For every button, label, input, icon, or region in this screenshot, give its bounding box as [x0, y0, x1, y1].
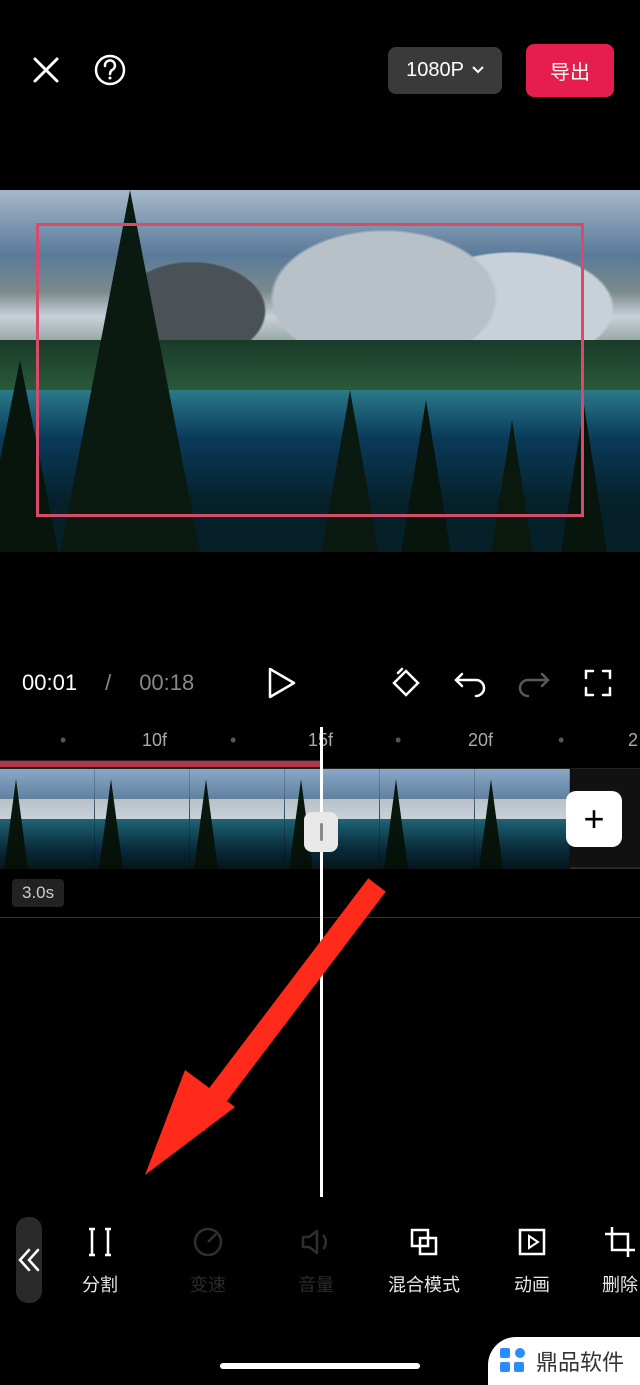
playhead-handle[interactable] [304, 812, 338, 852]
play-button[interactable] [262, 663, 302, 703]
clip-duration-chip: 3.0s [12, 879, 64, 907]
split-icon [81, 1223, 119, 1261]
clip-thumb[interactable] [475, 769, 570, 869]
animation-icon [513, 1223, 551, 1261]
audio-track[interactable] [0, 760, 320, 768]
resolution-selector[interactable]: 1080P [388, 47, 502, 94]
blend-icon [405, 1223, 443, 1261]
watermark-logo-icon [498, 1346, 528, 1376]
tool-blend[interactable]: 混合模式 [374, 1223, 474, 1297]
tool-delete[interactable]: 删除 [590, 1223, 640, 1297]
tool-label: 混合模式 [388, 1271, 460, 1297]
help-button[interactable] [90, 50, 130, 90]
clip-thumb[interactable] [95, 769, 190, 869]
add-clip-button[interactable]: + [566, 791, 622, 847]
chevron-double-left-icon [16, 1247, 42, 1273]
play-icon [268, 667, 296, 699]
volume-icon [297, 1223, 335, 1261]
chevron-down-icon [472, 66, 484, 74]
fullscreen-icon [584, 669, 612, 697]
top-bar: 1080P 导出 [0, 0, 640, 140]
current-time: 00:01 [22, 670, 77, 696]
tool-label: 分割 [82, 1271, 118, 1297]
toolbar-back-button[interactable] [16, 1217, 42, 1303]
redo-icon [518, 668, 550, 698]
tool-speed: 变速 [158, 1223, 258, 1297]
tool-volume: 音量 [266, 1223, 366, 1297]
undo-button[interactable] [450, 663, 490, 703]
timeline-tracks[interactable]: + 3.0s [0, 760, 640, 918]
close-icon [31, 55, 61, 85]
clip-thumb[interactable] [190, 769, 285, 869]
annotation-arrow [145, 875, 405, 1175]
crop-icon [601, 1223, 639, 1261]
watermark-text: 鼎品软件 [536, 1345, 624, 1377]
add-label: + [583, 798, 604, 840]
ruler-mark: 10f [142, 730, 167, 751]
timeline[interactable]: • 10f • 15f • 20f • 2 + 3.0s [0, 730, 640, 918]
fullscreen-button[interactable] [578, 663, 618, 703]
tool-label: 删除 [602, 1271, 638, 1297]
speed-icon [189, 1223, 227, 1261]
ruler-mark: 20f [468, 730, 493, 751]
resolution-label: 1080P [406, 59, 464, 82]
tool-split[interactable]: 分割 [50, 1223, 150, 1297]
help-icon [93, 53, 127, 87]
export-label: 导出 [550, 62, 590, 84]
tool-label: 音量 [298, 1271, 334, 1297]
export-button[interactable]: 导出 [526, 44, 614, 97]
undo-icon [454, 668, 486, 698]
playhead[interactable] [320, 727, 323, 1197]
home-indicator [220, 1363, 420, 1369]
clip-thumb[interactable] [0, 769, 95, 869]
clip-thumb[interactable] [380, 769, 475, 869]
bottom-toolbar: 分割 变速 音量 混合模式 动画 删除 [0, 1205, 640, 1315]
close-button[interactable] [26, 50, 66, 90]
total-time: 00:18 [139, 670, 194, 696]
watermark: 鼎品软件 [488, 1337, 640, 1385]
tool-animation[interactable]: 动画 [482, 1223, 582, 1297]
video-preview[interactable] [0, 190, 640, 552]
keyframe-button[interactable] [386, 663, 426, 703]
redo-button[interactable] [514, 663, 554, 703]
time-separator: / [105, 670, 111, 696]
tool-label: 动画 [514, 1271, 550, 1297]
play-bar: 00:01 / 00:18 [0, 658, 640, 708]
keyframe-icon [390, 667, 422, 699]
tool-label: 变速 [190, 1271, 226, 1297]
